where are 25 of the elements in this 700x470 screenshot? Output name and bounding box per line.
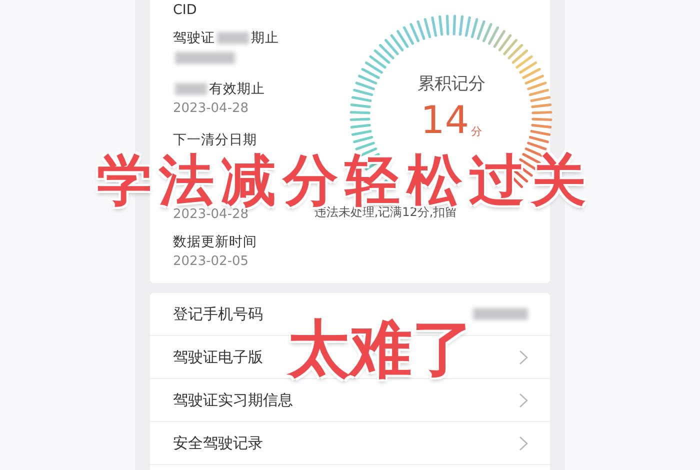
field-label: 驾驶证 (173, 28, 215, 47)
gauge-title: 累积记分 (417, 73, 486, 95)
menu-item[interactable]: 登记手机号码 (173, 304, 263, 324)
field-label: 下一清分日期 (173, 130, 257, 149)
chevron-right-icon (519, 350, 528, 364)
overlay-caption: 太难了 (288, 318, 474, 380)
score-unit: 分 (471, 124, 482, 139)
menu-item[interactable]: 驾驶证电子版 (173, 348, 263, 366)
field-label: 数据更新时间 (173, 232, 257, 251)
redaction-block (473, 308, 528, 320)
field-label: CID (173, 2, 197, 18)
menu-item[interactable]: 安全驾驶记录 (173, 434, 263, 452)
field-label: 有效期止 (209, 80, 265, 98)
menu-item[interactable]: 驾驶证实习期信息 (173, 390, 293, 410)
field-label: 期止 (251, 28, 279, 47)
field-value: 2023-04-28 (173, 101, 249, 116)
chevron-right-icon (519, 436, 528, 450)
field-value: 2023-02-05 (173, 254, 249, 270)
redaction-block (217, 32, 249, 44)
chevron-right-icon (519, 392, 528, 408)
field-value: 2023-04-28 (173, 207, 249, 222)
redaction-block (175, 82, 207, 95)
score-value: 14 (420, 101, 470, 139)
overlay-headline: 学法减分轻松过关 (97, 153, 593, 208)
redaction-block (175, 52, 235, 64)
